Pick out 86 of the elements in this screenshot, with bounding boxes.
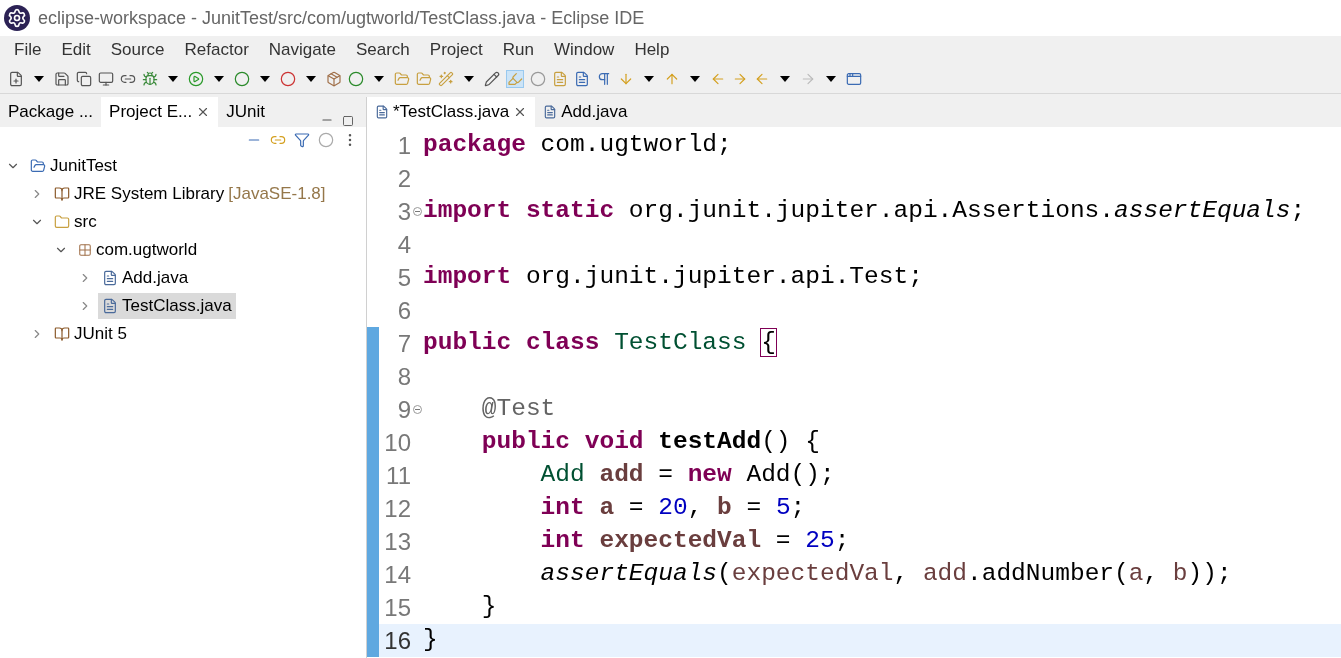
code-line: @Test — [480, 394, 556, 425]
line-number: 5 — [396, 262, 411, 293]
code-line: int expectedVal = 25; — [539, 526, 850, 557]
line-number: 16 — [383, 625, 411, 656]
eclipse-logo-icon — [4, 5, 30, 31]
tree-item[interactable]: JRE System Library [JavaSE-1.8] — [50, 181, 330, 207]
menu-item[interactable]: Help — [624, 37, 680, 63]
menu-item[interactable]: Run — [492, 37, 544, 63]
line-number: 15 — [383, 592, 411, 623]
circle-icon[interactable] — [234, 70, 250, 87]
folder-icon[interactable] — [54, 214, 70, 230]
java-file-icon[interactable] — [102, 298, 118, 314]
java-file-icon — [543, 105, 558, 119]
menu-item[interactable]: Window — [543, 37, 625, 63]
tree-item[interactable]: src — [50, 209, 101, 235]
dropdown-caret-icon[interactable] — [464, 75, 474, 82]
java-file-icon[interactable] — [102, 270, 118, 286]
line-number: 8 — [396, 361, 411, 392]
document-icon[interactable] — [574, 70, 590, 87]
package-icon[interactable] — [326, 70, 342, 87]
dropdown-caret-icon[interactable] — [374, 75, 384, 82]
line-number: 4 — [396, 229, 411, 260]
dropdown-caret-icon[interactable] — [214, 75, 224, 82]
window-icon[interactable] — [846, 70, 862, 87]
java-file-icon — [375, 105, 389, 119]
code-line: int a = 20, b = 5; — [539, 493, 806, 524]
code-line: } — [423, 625, 438, 656]
code-line: assertEquals(expectedVal, add.addNumber(a, b)); — [539, 559, 1232, 590]
line-number: 11 — [385, 460, 411, 491]
menu-item[interactable]: File — [4, 37, 52, 63]
bug-icon[interactable] — [142, 70, 158, 87]
pilcrow-icon[interactable] — [596, 70, 612, 87]
run-icon[interactable] — [188, 70, 204, 87]
monitor-icon[interactable] — [98, 70, 114, 87]
code-line: Add add = new Add(); — [539, 460, 835, 491]
line-number: 14 — [383, 559, 411, 590]
project-folder-icon[interactable] — [30, 158, 46, 174]
circle-icon[interactable] — [280, 70, 296, 87]
menu-item[interactable]: Refactor — [174, 37, 259, 63]
code-line: import static org.junit.jupiter.api.Assertions.assertEquals; — [423, 196, 1306, 227]
new-file-icon[interactable] — [8, 70, 24, 87]
code-line: public void testAdd() { — [480, 427, 820, 458]
pencil-icon[interactable] — [484, 70, 500, 87]
code-line: public class TestClass { — [423, 328, 776, 359]
circle-icon[interactable] — [530, 70, 546, 87]
dropdown-caret-icon[interactable] — [34, 75, 44, 82]
books-icon[interactable] — [54, 186, 70, 202]
menu-item[interactable]: Project — [419, 37, 493, 63]
filter-icon[interactable] — [294, 131, 310, 148]
view-tab[interactable]: Project E... — [101, 97, 219, 127]
package-icon[interactable] — [78, 243, 92, 257]
code-line: package com.ugtworld; — [423, 130, 732, 161]
line-number: 2 — [396, 163, 411, 194]
tree-item[interactable]: TestClass.java — [98, 293, 236, 319]
line-number: 6 — [396, 295, 411, 326]
books-icon[interactable] — [54, 326, 70, 342]
line-number: 9 — [396, 394, 411, 425]
code-line: import org.junit.jupiter.api.Test; — [423, 262, 923, 293]
menu-item[interactable]: Navigate — [258, 37, 346, 63]
line-number: 13 — [383, 526, 411, 557]
tree-item[interactable]: Add.java — [98, 265, 193, 291]
dropdown-caret-icon[interactable] — [826, 75, 836, 82]
tree-item[interactable]: JUnit 5 — [50, 321, 131, 347]
dropdown-caret-icon[interactable] — [690, 75, 700, 82]
save-icon[interactable] — [54, 70, 70, 87]
line-number: 3 — [396, 196, 411, 227]
line-number: 1 — [396, 130, 411, 161]
menu-item[interactable]: Search — [345, 37, 420, 63]
tree-item[interactable]: com.ugtworld — [74, 237, 202, 263]
dropdown-caret-icon[interactable] — [168, 75, 178, 82]
window-title: eclipse-workspace - JunitTest/src/com/ugtworld/TestClass.java - Eclipse IDE — [38, 6, 645, 30]
dropdown-caret-icon[interactable] — [644, 75, 654, 82]
circle-icon[interactable] — [348, 70, 364, 87]
dropdown-caret-icon[interactable] — [260, 75, 270, 82]
dropdown-caret-icon[interactable] — [780, 75, 790, 82]
save-all-icon[interactable] — [76, 70, 92, 87]
line-number: 12 — [383, 493, 411, 524]
code-line: } — [480, 592, 497, 623]
maximize-icon[interactable] — [342, 115, 354, 127]
line-number: 7 — [396, 328, 411, 359]
menu-item[interactable]: Edit — [51, 37, 101, 63]
line-number: 10 — [383, 427, 411, 458]
editor-tab[interactable]: *TestClass.java — [367, 97, 536, 127]
dropdown-caret-icon[interactable] — [306, 75, 316, 82]
menu-item[interactable]: Source — [100, 37, 175, 63]
tree-item[interactable]: JunitTest — [26, 153, 122, 179]
